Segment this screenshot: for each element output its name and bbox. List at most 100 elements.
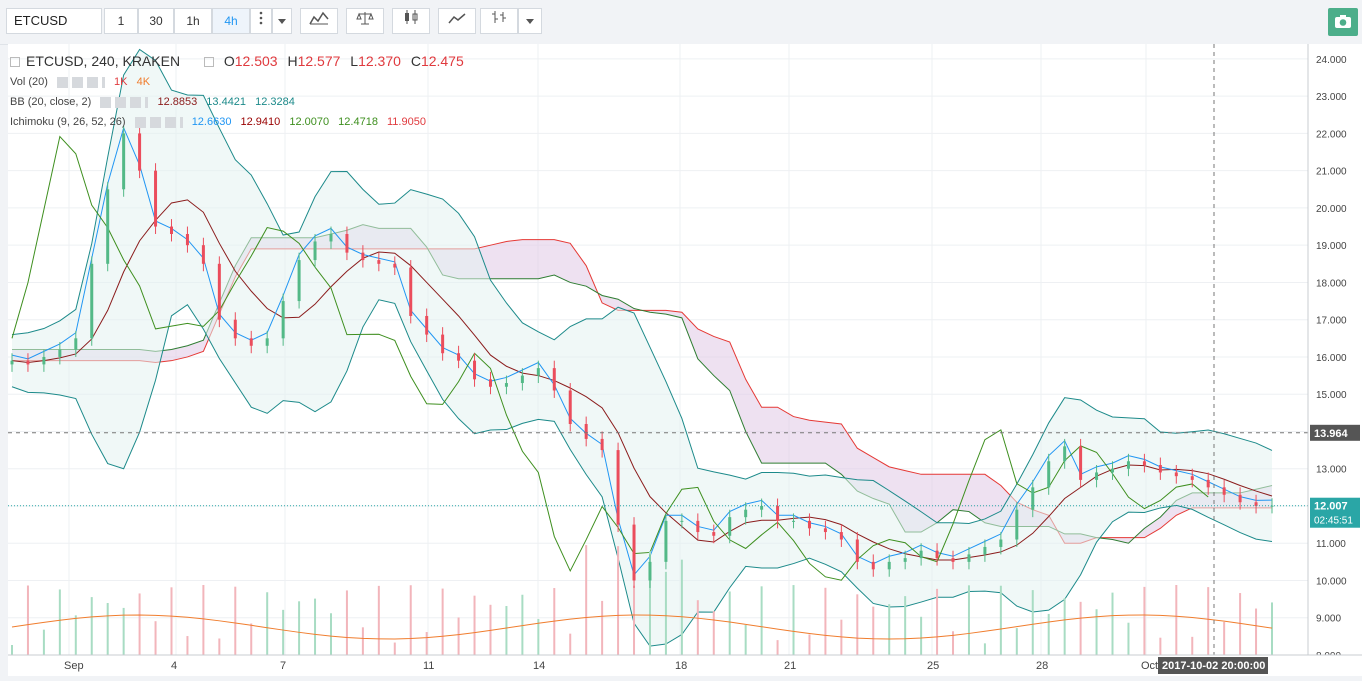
dashed-level-marker-label: 13.964 <box>1314 428 1349 440</box>
candle-body <box>1174 472 1178 477</box>
volume-bar <box>154 621 157 655</box>
candle-body <box>217 263 221 320</box>
volume-bar <box>728 591 731 655</box>
candle-body <box>807 520 811 529</box>
interval-1h-button[interactable]: 1h <box>174 8 212 34</box>
volume-bar <box>11 645 13 655</box>
chart-svg[interactable]: 24.000 23.000 22.000 21.000 20.000 19.000 18.0… <box>8 44 1362 676</box>
volume-bar <box>1015 628 1018 655</box>
volume-bar <box>26 585 29 655</box>
y-tick-label: 22.000 <box>1316 129 1347 140</box>
volume-bar <box>170 587 173 655</box>
volume-bar <box>90 597 93 655</box>
y-tick-label: 18.000 <box>1316 278 1347 289</box>
y-tick-label: 17.000 <box>1316 316 1347 327</box>
volume-bar <box>999 585 1002 655</box>
ichimoku-value-4: 12.4718 <box>338 116 378 128</box>
open-value: 12.503 <box>234 53 278 69</box>
volume-bar <box>1239 593 1242 655</box>
candle-body <box>169 226 173 235</box>
candle-body <box>983 546 987 555</box>
ichimoku-label: Ichimoku (9, 26, 52, 26) <box>10 116 126 128</box>
volume-bar <box>712 611 715 655</box>
candle-body <box>74 338 78 350</box>
candle-body <box>552 368 556 391</box>
volume-bar <box>808 634 811 655</box>
candle-body <box>201 245 205 264</box>
candle-body <box>919 550 923 559</box>
volume-bar <box>824 587 827 655</box>
settings-icon[interactable] <box>203 57 214 68</box>
bb-label: BB (20, close, 2) <box>10 96 92 108</box>
volume-bar <box>234 586 237 655</box>
candle-body <box>903 558 907 562</box>
y-tick-label: 9.000 <box>1316 614 1341 625</box>
volume-bar <box>617 546 620 655</box>
candle-body <box>967 554 971 562</box>
indicators-icon[interactable] <box>300 8 338 34</box>
volume-bar <box>936 588 939 655</box>
candle-body <box>26 360 30 365</box>
volume-bar <box>282 609 285 655</box>
volume-bar <box>1095 609 1098 655</box>
high-label: H <box>287 53 298 69</box>
volume-bar <box>505 606 508 655</box>
candle-body <box>297 260 301 302</box>
bb-controls-icon[interactable] <box>100 96 149 108</box>
volume-bar <box>744 625 747 655</box>
close-value: 12.475 <box>420 53 464 69</box>
chart-type-dropdown-icon[interactable] <box>518 8 542 34</box>
candle-body <box>728 517 732 536</box>
volume-bar <box>377 585 380 655</box>
volume-value-1: 1K <box>114 76 128 88</box>
candle-body <box>1238 494 1242 503</box>
open-label: O <box>223 53 235 69</box>
candle-body <box>1206 479 1210 488</box>
bb-upper-value: 13.4421 <box>206 96 247 108</box>
y-tick-label: 16.000 <box>1316 353 1347 364</box>
ichimoku-controls-icon[interactable] <box>134 116 183 128</box>
more-intervals-icon[interactable] <box>250 8 272 34</box>
line-style-icon[interactable] <box>438 8 476 34</box>
interval-4h-button[interactable]: 4h <box>212 8 250 34</box>
chart-area[interactable]: 24.000 23.000 22.000 21.000 20.000 19.000 18.0… <box>8 44 1362 676</box>
candle-body <box>776 505 780 521</box>
compare-icon[interactable] <box>346 8 384 34</box>
candle-body <box>393 263 397 268</box>
candle-body <box>744 509 748 518</box>
candle-body <box>568 390 572 425</box>
interval-1-button[interactable]: 1 <box>104 8 138 34</box>
symbol-search-input[interactable]: ETCUSD <box>6 8 102 34</box>
volume-bar <box>74 615 77 655</box>
interval-30-button[interactable]: 30 <box>138 8 174 34</box>
volume-bar <box>298 601 301 655</box>
interval-dropdown-icon[interactable] <box>272 8 292 34</box>
candle-body <box>600 438 604 451</box>
volume-bar <box>457 617 460 655</box>
candle-body <box>1222 487 1226 495</box>
candle-body <box>473 360 477 380</box>
volume-bar <box>569 633 572 655</box>
candle-body <box>1095 472 1099 480</box>
high-value: 12.577 <box>297 53 341 69</box>
collapse-icon[interactable] <box>10 57 20 68</box>
candle-body <box>1047 461 1051 488</box>
y-tick-label: 21.000 <box>1316 167 1347 178</box>
x-tick-label: 21 <box>784 660 796 672</box>
volume-bar <box>664 571 667 655</box>
camera-icon[interactable] <box>1328 8 1358 36</box>
ichimoku-value-2: 12.9410 <box>240 116 281 128</box>
volume-bar <box>1143 586 1146 655</box>
volume-controls-icon[interactable] <box>56 76 105 88</box>
candle-body <box>871 561 875 570</box>
volume-bar <box>138 593 141 655</box>
chart-header: ETCUSD, 240, KRAKEN O12.503 H12.577 L12.… <box>10 53 470 69</box>
volume-bar <box>186 636 189 655</box>
volume-bar <box>696 600 699 655</box>
candles-style-icon[interactable] <box>392 8 430 34</box>
bars-style-icon[interactable] <box>480 8 518 34</box>
candle-body <box>1111 468 1115 473</box>
candle-body <box>345 234 349 253</box>
candle-body <box>233 319 237 339</box>
volume-bar <box>266 592 269 655</box>
